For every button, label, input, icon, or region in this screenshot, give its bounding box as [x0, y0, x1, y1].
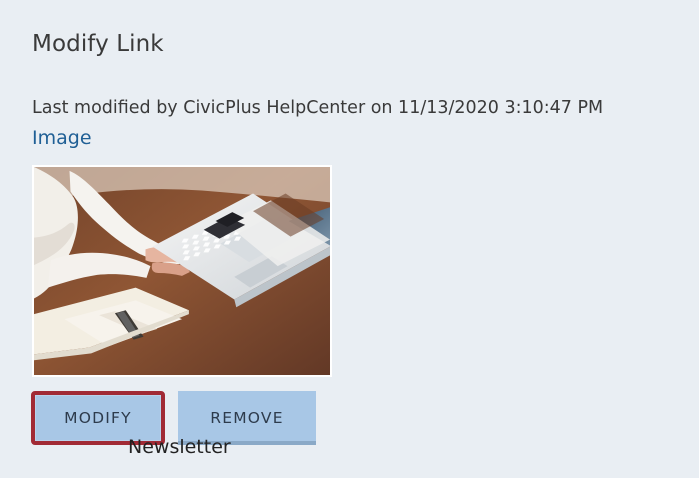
image-link[interactable]: Image	[32, 124, 92, 152]
modify-button-label: MODIFY	[64, 409, 132, 427]
image-thumbnail[interactable]	[32, 165, 332, 377]
underlying-text: Newsletter	[128, 436, 231, 458]
desk-laptop-photo-icon	[34, 167, 330, 375]
page-title: Modify Link	[32, 31, 164, 57]
modify-link-panel: Modify Link Last modified by CivicPlus H…	[0, 0, 699, 478]
remove-button-label: REMOVE	[210, 409, 284, 427]
last-modified-text: Last modified by CivicPlus HelpCenter on…	[32, 98, 604, 118]
